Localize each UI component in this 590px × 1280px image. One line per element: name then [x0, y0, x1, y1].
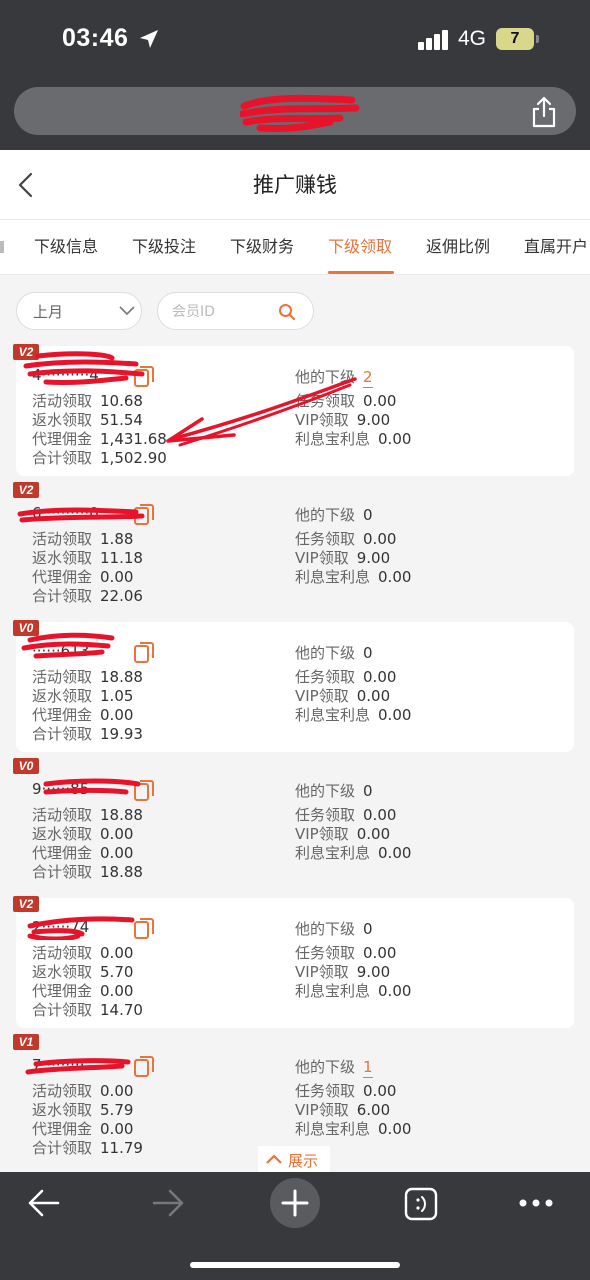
vip-claim-row: VIP领取 0.00 [295, 687, 391, 705]
agent-commission-row: 代理佣金 0.00 [32, 982, 134, 1000]
rebate-claim-row: 返水领取 11.18 [32, 549, 143, 567]
total-claim-row: 合计领取 18.88 [32, 863, 143, 881]
rebate-claim-row: 返水领取 5.70 [32, 963, 134, 981]
id-redaction [27, 916, 135, 940]
subordinates-row: 他的下级 0 [295, 506, 373, 524]
url-redaction [240, 94, 360, 133]
task-claim-row: 任务领取 0.00 [295, 944, 397, 962]
vip-claim-row: VIP领取 9.00 [295, 549, 391, 567]
subordinates-row: 他的下级 0 [295, 920, 373, 938]
tab-bar: 下级信息 下级投注 下级财务 下级领取 返佣比例 直属开户 [0, 220, 590, 275]
month-select[interactable]: 上月 [16, 292, 142, 330]
id-redaction [17, 507, 145, 523]
page-title: 推广赚钱 [253, 173, 337, 197]
vip-claim-row: VIP领取 0.00 [295, 825, 391, 843]
chevron-up-icon [266, 1154, 282, 1164]
expand-label: 展示 [288, 1152, 319, 1170]
location-arrow-icon [140, 30, 158, 48]
interest-row: 利息宝利息 0.00 [295, 706, 412, 724]
share-icon[interactable] [530, 96, 558, 128]
interest-row: 利息宝利息 0.00 [295, 844, 412, 862]
task-claim-row: 任务领取 0.00 [295, 1082, 397, 1100]
member-card: V0 9······85 活动领取 18.88 返水领取 0.00 代理佣金 0.00… [13, 758, 574, 890]
total-claim-row: 合计领取 14.70 [32, 1001, 143, 1019]
month-select-value: 上月 [33, 303, 64, 321]
activity-claim-row: 活动领取 10.68 [32, 392, 143, 410]
home-indicator [190, 1262, 400, 1268]
interest-row: 利息宝利息 0.00 [295, 568, 412, 586]
member-search[interactable] [157, 292, 314, 330]
tab-direct-account[interactable]: 直属开户 [524, 220, 588, 274]
task-claim-row: 任务领取 0.00 [295, 806, 397, 824]
forward-arrow-icon[interactable] [152, 1188, 186, 1218]
tab-subordinate-bets[interactable]: 下级投注 [132, 220, 196, 274]
chevron-down-icon [119, 306, 135, 316]
new-tab-icon[interactable] [270, 1178, 320, 1228]
back-arrow-icon[interactable] [26, 1188, 60, 1218]
battery-icon: 7 [496, 28, 534, 50]
agent-commission-row: 代理佣金 0.00 [32, 706, 134, 724]
subordinates-link[interactable]: 2 [363, 368, 373, 388]
agent-commission-row: 代理佣金 0.00 [32, 1120, 134, 1138]
tab-scroll-edge [0, 241, 4, 253]
activity-claim-row: 活动领取 18.88 [32, 668, 143, 686]
status-time: 03:46 [62, 24, 129, 52]
activity-claim-row: 活动领取 18.88 [32, 806, 143, 824]
activity-claim-row: 活动领取 0.00 [32, 944, 134, 962]
task-claim-row: 任务领取 0.00 [295, 668, 397, 686]
interest-row: 利息宝利息 0.00 [295, 1120, 412, 1138]
id-redaction [43, 778, 141, 795]
more-icon[interactable] [518, 1198, 554, 1208]
total-claim-row: 合计领取 1,502.90 [32, 449, 167, 467]
agent-commission-row: 代理佣金 0.00 [32, 568, 134, 586]
vip-claim-row: VIP领取 6.00 [295, 1101, 391, 1119]
task-claim-row: 任务领取 0.00 [295, 530, 397, 548]
rebate-claim-row: 返水领取 5.79 [32, 1101, 134, 1119]
active-tab-indicator [328, 271, 394, 274]
total-claim-row: 合计领取 11.79 [32, 1139, 143, 1157]
member-card: V2 2······74 活动领取 0.00 返水领取 5.70 代理佣金 0.00 … [13, 896, 574, 1028]
total-claim-row: 合计领取 22.06 [32, 587, 143, 605]
tab-subordinate-claims[interactable]: 下级领取 [328, 220, 392, 274]
tabs-icon[interactable] [404, 1187, 438, 1221]
tab-commission-ratio[interactable]: 返佣比例 [426, 220, 490, 274]
subordinates-row: 他的下级 0 [295, 644, 373, 662]
rebate-claim-row: 返水领取 1.05 [32, 687, 134, 705]
activity-claim-row: 活动领取 0.00 [32, 1082, 134, 1100]
id-redaction [25, 1058, 131, 1075]
activity-claim-row: 活动领取 1.88 [32, 530, 134, 548]
interest-row: 利息宝利息 0.00 [295, 982, 412, 1000]
network-type: 4G [458, 27, 487, 50]
battery-level: 7 [510, 30, 520, 47]
page-header: 推广赚钱 [0, 150, 590, 220]
member-card: V2 6··········0 活动领取 1.88 返水领取 11.18 代理佣金 0… [13, 482, 574, 614]
rebate-claim-row: 返水领取 0.00 [32, 825, 134, 843]
agent-commission-row: 代理佣金 0.00 [32, 844, 134, 862]
member-card: V1 7········· 活动领取 0.00 返水领取 5.79 代理佣金 0.00… [13, 1034, 574, 1160]
search-icon[interactable] [278, 303, 296, 321]
total-claim-row: 合计领取 19.93 [32, 725, 143, 743]
id-redaction [23, 351, 145, 386]
tab-subordinate-finance[interactable]: 下级财务 [230, 220, 294, 274]
annotation-arrow [166, 377, 357, 447]
signal-icon [418, 30, 450, 50]
subordinates-link[interactable]: 1 [363, 1058, 373, 1078]
battery-tip [536, 35, 539, 43]
vip-claim-row: VIP领取 9.00 [295, 963, 391, 981]
member-card: V0 ······613 活动领取 18.88 返水领取 1.05 代理佣金 0.00… [13, 620, 574, 752]
agent-commission-row: 代理佣金 1,431.68 [32, 430, 167, 448]
subordinates-row: 他的下级 0 [295, 782, 373, 800]
subordinates-row: 他的下级 1 [295, 1058, 373, 1078]
expand-button[interactable]: 展示 [258, 1146, 330, 1174]
rebate-claim-row: 返水领取 51.54 [32, 411, 143, 429]
id-redaction [21, 632, 115, 659]
member-id-input[interactable] [172, 299, 272, 325]
tab-subordinate-info[interactable]: 下级信息 [34, 220, 98, 274]
